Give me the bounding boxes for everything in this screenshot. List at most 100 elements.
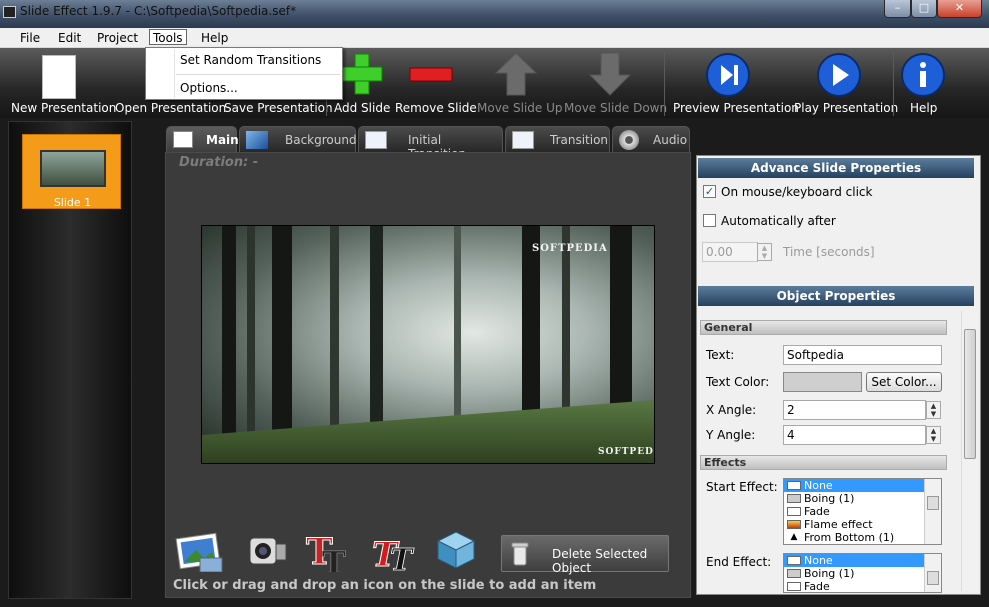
menu-separator (176, 74, 340, 75)
slide-thumbnail-label: Slide 1 (53, 196, 92, 209)
title-bar: Slide Effect 1.9.7 - C:\Softpedia\Softpe… (0, 0, 989, 28)
text-color-label: Text Color: (706, 375, 770, 389)
text-3d-icon[interactable]: T T (370, 528, 420, 573)
menu-help[interactable]: Help (201, 30, 228, 46)
info-icon[interactable] (900, 52, 946, 98)
tab-initial-transition[interactable]: Initial Transition (358, 126, 503, 161)
y-angle-input[interactable]: 4 (783, 425, 926, 445)
move-slide-down-button[interactable]: Move Slide Down (564, 101, 667, 115)
auto-after-checkbox[interactable] (703, 214, 716, 227)
list-item[interactable]: Boing (1) (784, 492, 941, 505)
preview-presentation-button[interactable]: Preview Presentation (673, 101, 799, 115)
app-icon (3, 6, 16, 18)
scroll-thumb[interactable] (927, 571, 939, 585)
on-click-label: On mouse/keyboard click (721, 185, 873, 199)
menu-bar: File Edit Project Tools Help (0, 28, 989, 48)
tools-dropdown: Set Random Transitions Options... (145, 47, 343, 100)
list-item[interactable]: Fade (784, 580, 941, 592)
svg-text:T: T (390, 543, 415, 572)
new-presentation-button[interactable]: New Presentation (11, 101, 116, 115)
end-effect-scrollbar[interactable] (924, 554, 941, 592)
on-click-checkbox[interactable]: ✓ (703, 185, 716, 198)
tab-background[interactable]: Background (239, 126, 357, 153)
tab-background-label: Background (285, 133, 357, 147)
list-item-label: Boing (1) (804, 492, 855, 505)
menu-project[interactable]: Project (97, 30, 138, 46)
trash-icon (511, 542, 529, 566)
list-item[interactable]: None (784, 479, 941, 492)
effect-boing-icon (787, 494, 801, 503)
arrow-up-icon[interactable] (494, 51, 538, 97)
text-label: Text: (706, 348, 735, 362)
y-angle-spinner[interactable]: ▲ ▼ (926, 426, 941, 444)
open-presentation-button[interactable]: Open Presentation (115, 101, 226, 115)
menu-edit[interactable]: Edit (58, 30, 81, 46)
list-item-label: From Bottom (1) (804, 531, 895, 544)
svg-text:T: T (322, 544, 346, 572)
help-button[interactable]: Help (910, 101, 937, 115)
tab-main[interactable]: Main (166, 126, 239, 154)
scroll-thumb[interactable] (964, 329, 976, 459)
toolbar-separator (893, 52, 894, 116)
tree-graphic (272, 226, 292, 463)
x-angle-input[interactable]: 2 (783, 400, 926, 420)
menu-tools[interactable]: Tools (149, 29, 187, 45)
start-effect-scrollbar[interactable] (924, 479, 941, 544)
play-presentation-button[interactable]: Play Presentation (794, 101, 898, 115)
end-effect-list[interactable]: None Boing (1) Fade (783, 553, 942, 593)
slide-canvas[interactable]: SOFTPEDIA SOFTPEDIA (201, 225, 655, 464)
start-effect-list[interactable]: None Boing (1) Fade Flame effect ▲ From B… (783, 478, 942, 545)
move-slide-up-button[interactable]: Move Slide Up (477, 101, 563, 115)
delete-selected-object-label: Delete Selected Object (552, 547, 648, 575)
effects-section: Effects (700, 455, 947, 470)
add-slide-button[interactable]: Add Slide (334, 101, 390, 115)
duration-label: Duration: - (179, 155, 259, 170)
set-color-button[interactable]: Set Color... (866, 372, 942, 392)
time-input[interactable]: 0.00 (702, 242, 758, 262)
close-button[interactable]: ✕ (937, 0, 982, 18)
text-icon[interactable]: T T (304, 528, 354, 573)
tree-graphic (247, 226, 255, 463)
delete-selected-object-button[interactable]: Delete Selected Object (501, 535, 669, 575)
text-input[interactable]: Softpedia (783, 345, 942, 365)
list-item[interactable]: None (784, 554, 941, 567)
object-properties-header: Object Properties (698, 286, 974, 306)
list-item[interactable]: Flame effect (784, 518, 941, 531)
x-angle-label: X Angle: (706, 403, 757, 417)
effect-fade-icon (787, 582, 801, 591)
set-random-transitions-item[interactable]: Set Random Transitions (180, 53, 321, 67)
3d-cube-icon[interactable] (434, 528, 478, 572)
minus-icon[interactable] (409, 66, 453, 84)
menu-file[interactable]: File (20, 30, 40, 46)
arrow-down-icon[interactable] (588, 51, 632, 97)
effect-flame-icon (787, 520, 801, 529)
minimize-button[interactable]: – (884, 0, 911, 18)
video-camera-icon[interactable] (244, 528, 288, 572)
x-angle-spinner[interactable]: ▲ ▼ (926, 401, 941, 419)
slide-thumbnail-image (40, 150, 106, 187)
tab-transition[interactable]: Transition (505, 126, 610, 153)
picture-icon[interactable] (174, 528, 224, 572)
list-item[interactable]: ▲ From Bottom (1) (784, 531, 941, 544)
window-title: Slide Effect 1.9.7 - C:\Softpedia\Softpe… (20, 4, 297, 18)
list-item[interactable]: Boing (1) (784, 567, 941, 580)
grass-graphic (202, 400, 654, 463)
list-item-label: Fade (804, 505, 830, 518)
options-item[interactable]: Options... (180, 81, 238, 95)
remove-slide-button[interactable]: Remove Slide (395, 101, 477, 115)
new-document-icon[interactable] (42, 55, 76, 99)
scroll-thumb[interactable] (927, 496, 939, 510)
menu-gutter (174, 50, 175, 98)
maximize-button[interactable]: □ (911, 0, 937, 18)
list-item[interactable]: Fade (784, 505, 941, 518)
plus-icon[interactable] (341, 52, 383, 96)
preview-icon[interactable] (705, 52, 751, 98)
slide-thumbnail[interactable]: Slide 1 (22, 134, 121, 209)
time-spinner[interactable]: ▲ ▼ (757, 243, 772, 261)
list-item-label: None (804, 479, 833, 492)
properties-scrollbar[interactable] (961, 311, 978, 591)
play-icon[interactable] (816, 52, 862, 98)
effect-boing-icon (787, 569, 801, 578)
save-presentation-button[interactable]: Save Presentation (224, 101, 333, 115)
tab-audio[interactable]: Audio (612, 126, 690, 153)
